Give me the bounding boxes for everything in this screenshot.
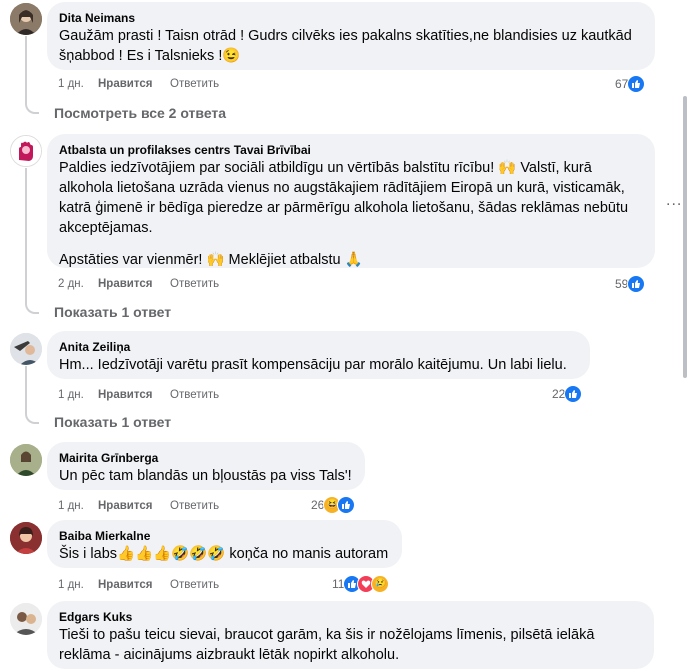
view-replies-link[interactable]: Показать 1 ответ (54, 414, 171, 430)
scrollbar[interactable] (683, 96, 687, 378)
comment-text-line: Gaužām prasti ! Taisn otrād ! Gudrs cilv… (59, 28, 632, 44)
comment-time[interactable]: 2 дн. (58, 276, 84, 292)
comment-actions: 1 дн. Нравится Ответить (58, 577, 458, 593)
comment-actions: 2 дн. Нравится Ответить (58, 276, 458, 292)
thread-connector (25, 168, 39, 314)
avatar[interactable] (10, 333, 42, 365)
reaction-summary[interactable]: 22 (552, 385, 583, 403)
comment-bubble: Dita Neimans Gaužām prasti ! Taisn otrād… (47, 2, 655, 70)
comment-text-line: Un pēc tam blandās un bļoustās pa viss T… (59, 468, 352, 484)
comment-author[interactable]: Edgars Kuks (59, 609, 642, 625)
comment-text-line: alkohola lietošana uzrāda vienus no augs… (59, 180, 625, 196)
avatar[interactable] (10, 3, 42, 35)
comment-text-line: katrā ģimenē ir bēdīga pieredze ar pārmē… (59, 200, 629, 216)
comment-author[interactable]: Dita Neimans (59, 10, 643, 26)
reaction-summary[interactable]: 11 😢 (332, 575, 390, 593)
thread-connector (25, 366, 39, 424)
like-button[interactable]: Нравится (98, 498, 152, 514)
reaction-count: 26 (311, 498, 325, 512)
comment-text-line: Paldies iedzīvotājiem par sociāli atbild… (59, 160, 592, 176)
reaction-count: 22 (552, 387, 566, 401)
reaction-count: 59 (615, 277, 629, 291)
thread-connector (25, 36, 39, 114)
like-button[interactable]: Нравится (98, 276, 152, 292)
like-button[interactable]: Нравится (98, 387, 152, 403)
comment-actions: 1 дн. Нравится Ответить (58, 498, 458, 514)
comment-bubble: Anita Zeiliņa Hm... Iedzīvotāji varētu p… (47, 331, 590, 379)
reply-button[interactable]: Ответить (170, 276, 219, 292)
reply-button[interactable]: Ответить (170, 387, 219, 403)
comment-time[interactable]: 1 дн. (58, 577, 84, 593)
like-button[interactable]: Нравится (98, 76, 152, 92)
comment-bubble: Edgars Kuks Tieši to pašu teicu sievai, … (47, 601, 654, 669)
like-icon (627, 275, 646, 293)
comment-time[interactable]: 1 дн. (58, 76, 84, 92)
comment-author[interactable]: Anita Zeiliņa (59, 339, 578, 355)
comment-author[interactable]: Mairita Grīnberga (59, 450, 353, 466)
comment-text-line: Tieši to pašu teicu sievai, braucot garā… (59, 627, 595, 643)
view-replies-link[interactable]: Посмотреть все 2 ответа (54, 105, 226, 121)
comment-text-line: Apstāties var vienmēr! 🙌 Meklējiet atbal… (59, 252, 363, 268)
comment-actions: 1 дн. Нравится Ответить (58, 76, 458, 92)
comment-author[interactable]: Atbalsta un profilakses centrs Tavai Brī… (59, 142, 643, 158)
reaction-count: 67 (615, 77, 629, 91)
comment-bubble: Baiba Mierkalne Šis i labs👍👍👍🤣🤣🤣 koņča n… (47, 520, 402, 568)
reaction-summary[interactable]: 26 😆 (311, 496, 356, 514)
comment-text-line: Hm... Iedzīvotāji varētu prasīt kompensā… (59, 357, 567, 373)
view-replies-link[interactable]: Показать 1 ответ (54, 304, 171, 320)
comment-text-line: Šis i labs👍👍👍🤣🤣🤣 koņča no manis autoram (59, 546, 389, 562)
like-icon (627, 75, 646, 93)
avatar[interactable] (10, 135, 42, 167)
reply-button[interactable]: Ответить (170, 498, 219, 514)
comment-options-icon[interactable]: ... (666, 192, 682, 210)
avatar[interactable] (10, 522, 42, 554)
like-icon (337, 496, 356, 514)
comment-actions: 1 дн. Нравится Ответить (58, 387, 458, 403)
reaction-summary[interactable]: 67 (615, 75, 646, 93)
comment-time[interactable]: 1 дн. (58, 498, 84, 514)
comment-author[interactable]: Baiba Mierkalne (59, 528, 390, 544)
avatar[interactable] (10, 603, 42, 635)
comment-bubble: Mairita Grīnberga Un pēc tam blandās un … (47, 442, 365, 490)
sad-icon: 😢 (371, 575, 390, 593)
reaction-summary[interactable]: 59 (615, 275, 646, 293)
comment-text-line: šņabbod ! Es i Talsnieks !😉 (59, 48, 241, 64)
like-button[interactable]: Нравится (98, 577, 152, 593)
comment-text-line: akceptējamas. (59, 220, 153, 236)
avatar[interactable] (10, 444, 42, 476)
reply-button[interactable]: Ответить (170, 577, 219, 593)
comment-time[interactable]: 1 дн. (58, 387, 84, 403)
comment-bubble: Atbalsta un profilakses centrs Tavai Brī… (47, 134, 655, 268)
like-icon (564, 385, 583, 403)
comment-text-line: reklāma - aicinājums aizbraukt lētāk nop… (59, 647, 400, 663)
reply-button[interactable]: Ответить (170, 76, 219, 92)
